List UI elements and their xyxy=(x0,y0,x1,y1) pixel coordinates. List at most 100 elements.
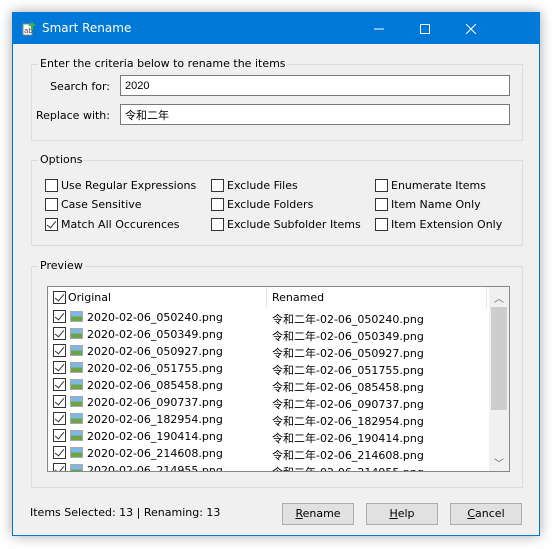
option-label: Exclude Folders xyxy=(227,198,314,211)
row-checkbox[interactable] xyxy=(53,361,66,374)
row-checkbox[interactable] xyxy=(53,446,66,459)
row-checkbox[interactable] xyxy=(53,310,66,323)
column-original[interactable]: Original xyxy=(68,291,111,304)
maximize-button[interactable] xyxy=(402,13,448,44)
image-file-icon xyxy=(70,362,83,373)
row-checkbox[interactable] xyxy=(53,327,66,340)
original-name: 2020-02-06_214608.png xyxy=(87,447,223,460)
option-checkbox[interactable]: Enumerate Items xyxy=(375,179,486,192)
original-name: 2020-02-06_050240.png xyxy=(87,311,223,324)
table-row[interactable]: 2020-02-06_182954.png 令和二年-02-06_182954.p… xyxy=(48,411,488,428)
preview-list[interactable]: Original Renamed 2020-02-06_050240.png 令和… xyxy=(47,286,510,472)
original-name: 2020-02-06_051755.png xyxy=(87,362,223,375)
replace-input[interactable] xyxy=(120,104,510,125)
row-checkbox[interactable] xyxy=(53,378,66,391)
minimize-icon xyxy=(374,28,384,29)
row-checkbox[interactable] xyxy=(53,412,66,425)
checkbox-box[interactable] xyxy=(211,179,224,192)
option-checkbox[interactable]: Item Extension Only xyxy=(375,218,502,231)
table-row[interactable]: 2020-02-06_190414.png 令和二年-02-06_190414.p… xyxy=(48,428,488,445)
image-file-icon xyxy=(70,396,83,407)
criteria-legend: Enter the criteria below to rename the i… xyxy=(38,57,288,70)
option-checkbox[interactable]: Case Sensitive xyxy=(45,198,142,211)
vertical-scrollbar[interactable]: ︿ ﹀ xyxy=(489,287,509,471)
checkbox-box[interactable] xyxy=(211,218,224,231)
table-row[interactable]: 2020-02-06_051755.png 令和二年-02-06_051755.p… xyxy=(48,360,488,377)
column-separator[interactable] xyxy=(266,287,267,308)
option-label: Use Regular Expressions xyxy=(61,179,197,192)
column-renamed[interactable]: Renamed xyxy=(272,291,324,304)
image-file-icon xyxy=(70,379,83,390)
option-label: Enumerate Items xyxy=(391,179,486,192)
scrollbar-thumb[interactable] xyxy=(491,307,507,410)
table-row[interactable]: 2020-02-06_090737.png 令和二年-02-06_090737.p… xyxy=(48,394,488,411)
list-header: Original Renamed xyxy=(48,287,488,308)
original-name: 2020-02-06_050927.png xyxy=(87,345,223,358)
table-row[interactable]: 2020-02-06_050349.png 令和二年-02-06_050349.p… xyxy=(48,326,488,343)
renamed-name: 令和二年-02-06_214608.png xyxy=(272,449,424,462)
cancel-button[interactable]: Cancel xyxy=(450,503,522,525)
replace-label: Replace with: xyxy=(35,109,110,122)
title-bar[interactable]: ab Smart Rename xyxy=(13,13,539,44)
renamed-name: 令和二年-02-06_050240.png xyxy=(272,313,424,326)
option-checkbox[interactable]: Item Name Only xyxy=(375,198,481,211)
preview-legend: Preview xyxy=(38,259,85,272)
renamed-name: 令和二年-02-06_085458.png xyxy=(272,381,424,394)
image-file-icon xyxy=(70,430,83,441)
image-file-icon xyxy=(70,328,83,339)
checkbox-box[interactable] xyxy=(45,198,58,211)
original-name: 2020-02-06_214955.png xyxy=(87,464,223,472)
row-checkbox[interactable] xyxy=(53,344,66,357)
renamed-name: 令和二年-02-06_182954.png xyxy=(272,415,424,428)
rename-label: Rename xyxy=(295,507,341,520)
renamed-name: 令和二年-02-06_090737.png xyxy=(272,398,424,411)
close-button[interactable] xyxy=(448,13,494,44)
renamed-name: 令和二年-02-06_190414.png xyxy=(272,432,424,445)
select-all-checkbox[interactable] xyxy=(53,291,66,304)
row-checkbox[interactable] xyxy=(53,395,66,408)
row-checkbox[interactable] xyxy=(53,429,66,442)
original-name: 2020-02-06_190414.png xyxy=(87,430,223,443)
window-title: Smart Rename xyxy=(42,21,132,35)
checkbox-box[interactable] xyxy=(375,198,388,211)
help-label: Help xyxy=(389,507,415,520)
cancel-label: Cancel xyxy=(467,507,505,520)
option-checkbox[interactable]: Match All Occurences xyxy=(45,218,180,231)
option-label: Case Sensitive xyxy=(61,198,142,211)
column-separator[interactable] xyxy=(486,287,487,308)
scroll-down-icon[interactable]: ﹀ xyxy=(489,455,509,470)
checkbox-box[interactable] xyxy=(375,179,388,192)
table-row[interactable]: 2020-02-06_214608.png 令和二年-02-06_214608.p… xyxy=(48,445,488,462)
checkbox-box[interactable] xyxy=(211,198,224,211)
checkbox-box[interactable] xyxy=(375,218,388,231)
search-label: Search for: xyxy=(50,80,110,93)
option-label: Match All Occurences xyxy=(61,218,180,231)
table-row[interactable]: 2020-02-06_085458.png 令和二年-02-06_085458.p… xyxy=(48,377,488,394)
table-row[interactable]: 2020-02-06_050927.png 令和二年-02-06_050927.p… xyxy=(48,343,488,360)
row-checkbox[interactable] xyxy=(53,463,66,471)
option-checkbox[interactable]: Exclude Files xyxy=(211,179,298,192)
table-row[interactable]: 2020-02-06_050240.png 令和二年-02-06_050240.p… xyxy=(48,309,488,326)
table-row[interactable]: 2020-02-06_214955.png 令和二年-02-06_214955.p… xyxy=(48,462,488,472)
image-file-icon xyxy=(70,447,83,458)
smart-rename-app-icon: ab xyxy=(22,22,36,36)
smart-rename-window: ab Smart Rename Enter the criteria below… xyxy=(12,12,540,536)
checkbox-box[interactable] xyxy=(45,179,58,192)
option-checkbox[interactable]: Use Regular Expressions xyxy=(45,179,196,192)
minimize-button[interactable] xyxy=(356,13,402,44)
option-label: Exclude Subfolder Items xyxy=(227,218,361,231)
checkbox-box[interactable] xyxy=(45,218,58,231)
search-input[interactable] xyxy=(120,75,510,96)
scroll-up-icon[interactable]: ︿ xyxy=(489,290,509,305)
options-legend: Options xyxy=(38,153,85,166)
help-button[interactable]: Help xyxy=(366,503,438,525)
option-label: Item Extension Only xyxy=(391,218,503,231)
rename-button[interactable]: Rename xyxy=(282,503,354,525)
renamed-name: 令和二年-02-06_051755.png xyxy=(272,364,424,377)
image-file-icon xyxy=(70,413,83,424)
image-file-icon xyxy=(70,345,83,356)
original-name: 2020-02-06_090737.png xyxy=(87,396,223,409)
option-checkbox[interactable]: Exclude Subfolder Items xyxy=(211,218,361,231)
renamed-name: 令和二年-02-06_214955.png xyxy=(272,464,424,471)
option-checkbox[interactable]: Exclude Folders xyxy=(211,198,313,211)
